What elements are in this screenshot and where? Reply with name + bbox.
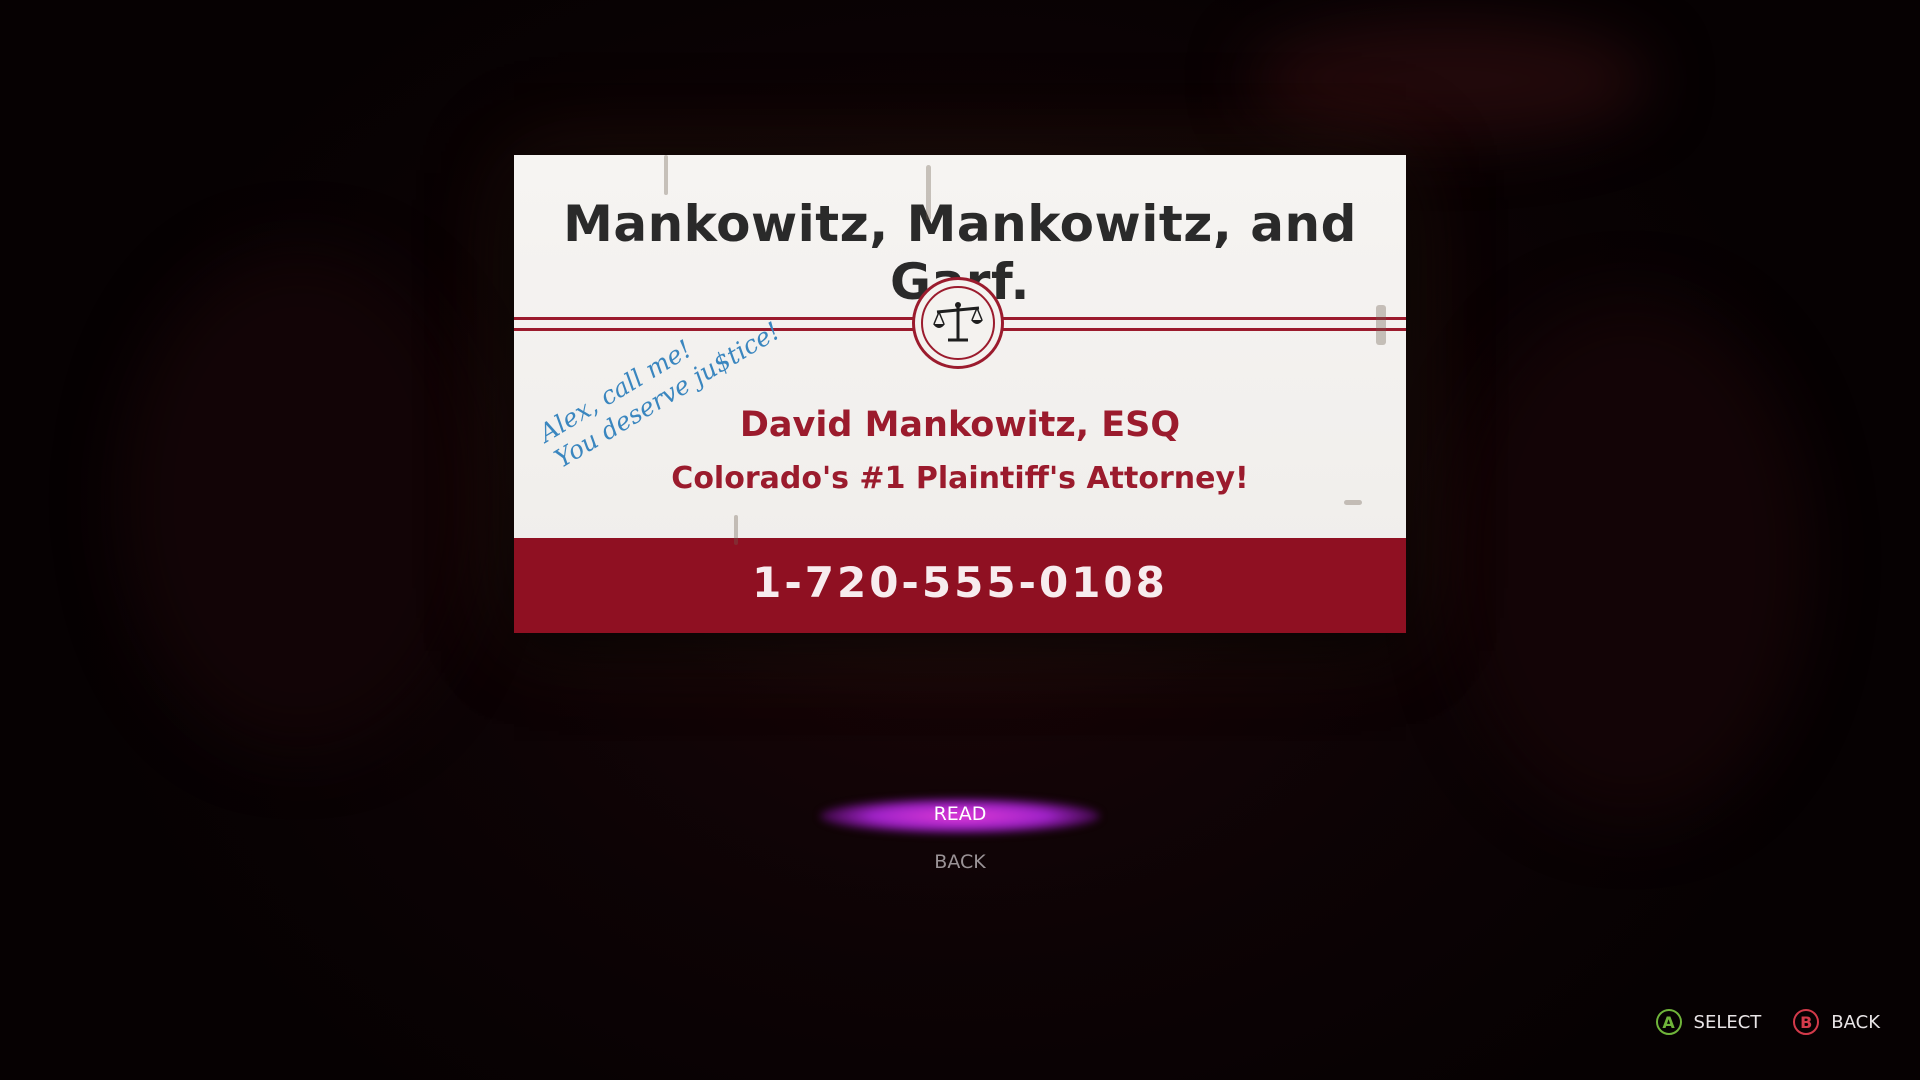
menu-back-label: BACK [934, 851, 986, 873]
paper-smudge [734, 515, 738, 545]
background-shadow [120, 250, 480, 750]
menu-read-option[interactable]: READ [760, 790, 1160, 838]
menu-back-option[interactable]: BACK [760, 838, 1160, 886]
background-shadow [1450, 300, 1810, 820]
b-button-icon: B [1793, 1009, 1820, 1035]
controller-hints: A SELECT B BACK [1624, 1006, 1880, 1038]
back-hint-label: BACK [1831, 1011, 1880, 1033]
paper-smudge [1376, 305, 1386, 345]
select-hint-label: SELECT [1693, 1011, 1762, 1033]
emblem-badge [912, 277, 1004, 369]
attorney-tagline: Colorado's #1 Plaintiff's Attorney! [671, 461, 1249, 496]
back-hint[interactable]: B BACK [1793, 1009, 1880, 1035]
paper-smudge [664, 155, 668, 195]
scales-of-justice-icon [933, 302, 983, 342]
a-button-icon: A [1655, 1009, 1682, 1035]
game-scene: Mankowitz, Mankowitz, and Garf. Alex, ca… [0, 0, 1920, 1080]
phone-band: 1-720-555-0108 [514, 538, 1406, 633]
business-card: Mankowitz, Mankowitz, and Garf. Alex, ca… [514, 155, 1406, 633]
paper-smudge [926, 165, 931, 220]
background-shadow [1250, 20, 1650, 140]
select-hint[interactable]: A SELECT [1655, 1009, 1762, 1035]
menu-read-label: READ [933, 803, 987, 825]
paper-smudge [1344, 500, 1362, 505]
attorney-name: David Mankowitz, ESQ [739, 405, 1181, 445]
phone-number: 1-720-555-0108 [752, 558, 1168, 607]
action-menu: READ BACK [760, 790, 1160, 886]
